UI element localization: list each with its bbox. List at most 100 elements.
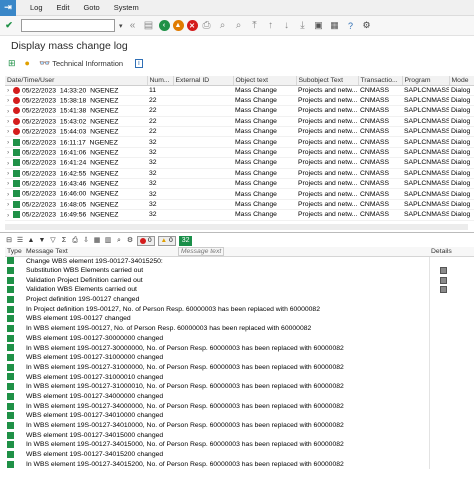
- col-details[interactable]: Details: [429, 247, 474, 257]
- filter-icon[interactable]: ▽: [49, 236, 57, 245]
- cell-date-time-user[interactable]: › 05/22/2023 14:33:20 NGENEZ: [5, 85, 147, 96]
- log-table-row[interactable]: › 05/22/2023 16:48:05 NGENEZ 32 Mass Change…: [5, 199, 474, 211]
- next-page-icon[interactable]: ↓: [281, 20, 293, 32]
- message-row[interactable]: WBS element 19S-00127-34000000 changed: [5, 391, 474, 402]
- save-icon[interactable]: ▤: [143, 20, 155, 32]
- help-icon[interactable]: ?: [345, 20, 357, 32]
- message-filter-input[interactable]: Message text: [177, 247, 225, 256]
- details-icon[interactable]: [439, 276, 447, 284]
- glasses-icon[interactable]: 👓: [39, 58, 50, 69]
- message-row[interactable]: In WBS element 19S-00127-34000000, No. o…: [5, 401, 474, 411]
- log-table-row[interactable]: › 05/22/2023 16:11:17 NGENEZ 32 Mass Change…: [5, 136, 474, 148]
- cell-date-time-user[interactable]: › 05/22/2023 16:11:17 NGENEZ: [5, 136, 147, 148]
- menu-log[interactable]: Log: [30, 3, 43, 12]
- cell-date-time-user[interactable]: › 05/22/2023 15:38:18 NGENEZ: [5, 95, 147, 107]
- col-number[interactable]: Num...: [147, 76, 174, 86]
- message-row[interactable]: Substitution WBS Elements carried out: [5, 265, 474, 276]
- cell-date-time-user[interactable]: › 05/22/2023 15:41:38 NGENEZ: [5, 105, 147, 117]
- enter-icon[interactable]: ✔: [3, 20, 15, 32]
- sort-up-icon[interactable]: ▲: [27, 236, 35, 245]
- log-table-row[interactable]: › 05/22/2023 15:44:03 NGENEZ 22 Mass Change…: [5, 126, 474, 138]
- detail-icon[interactable]: ⊟: [5, 236, 13, 245]
- message-row[interactable]: WBS element 19S-00127-34010000 changed: [5, 411, 474, 421]
- col-program[interactable]: Program: [402, 76, 450, 86]
- layout-icon[interactable]: ▦: [93, 236, 101, 245]
- cell-date-time-user[interactable]: › 05/22/2023 16:43:46 NGENEZ: [5, 178, 147, 190]
- back-icon[interactable]: ‹: [158, 20, 170, 31]
- log-table-row[interactable]: › 05/22/2023 16:49:56 NGENEZ 32 Mass Change…: [5, 209, 474, 221]
- details-icon[interactable]: [439, 286, 447, 294]
- cell-date-time-user[interactable]: › 05/22/2023 16:41:06 NGENEZ: [5, 147, 147, 159]
- menu-goto[interactable]: Goto: [83, 3, 99, 12]
- log-table-row[interactable]: › 05/22/2023 16:43:46 NGENEZ 32 Mass Change…: [5, 178, 474, 190]
- message-row[interactable]: In WBS element 19S-00127-34015000, No. o…: [5, 440, 474, 450]
- log-table-row[interactable]: › 05/22/2023 16:42:55 NGENEZ 32 Mass Change…: [5, 168, 474, 180]
- cell-date-time-user[interactable]: › 05/22/2023 16:48:05 NGENEZ: [5, 199, 147, 211]
- message-row[interactable]: WBS element 19S-00127-31000000 changed: [5, 352, 474, 363]
- message-row[interactable]: WBS element 19S-00127-30000000 changed: [5, 333, 474, 344]
- new-session-icon[interactable]: ▣: [313, 20, 325, 32]
- first-page-icon[interactable]: ⤒: [249, 20, 261, 32]
- log-table-row[interactable]: › 05/22/2023 15:43:02 NGENEZ 22 Mass Change…: [5, 116, 474, 128]
- sort-down-icon[interactable]: ▼: [38, 236, 46, 245]
- message-row[interactable]: WBS element 19S-00127-31000010 changed: [5, 372, 474, 382]
- message-row[interactable]: In WBS element 19S-00127-31000000, No. o…: [5, 362, 474, 373]
- info-icon[interactable]: i: [135, 58, 143, 68]
- message-row[interactable]: WBS element 19S-00127-34015000 changed: [5, 430, 474, 441]
- message-row[interactable]: In WBS element 19S-00127-31000010, No. o…: [5, 381, 474, 392]
- col-message-text[interactable]: Message Text Message text: [24, 247, 429, 257]
- help-circle-icon[interactable]: ●: [25, 58, 30, 68]
- message-row[interactable]: Validation Project Definition carried ou…: [5, 275, 474, 286]
- col-type[interactable]: Type: [5, 247, 24, 257]
- menu-system[interactable]: System: [114, 3, 139, 12]
- log-table-row[interactable]: › 05/22/2023 16:41:06 NGENEZ 32 Mass Change…: [5, 147, 474, 159]
- menu-edit[interactable]: Edit: [57, 3, 70, 12]
- export-icon[interactable]: ⇩: [82, 236, 90, 245]
- col-mode[interactable]: Mode: [449, 76, 474, 86]
- cell-date-time-user[interactable]: › 05/22/2023 16:42:55 NGENEZ: [5, 168, 147, 180]
- message-row[interactable]: In Project definition 19S-00127, No. of …: [5, 304, 474, 315]
- sap-app-icon[interactable]: ⇥: [0, 0, 16, 16]
- cell-date-time-user[interactable]: › 05/22/2023 16:41:24 NGENEZ: [5, 157, 147, 169]
- message-row[interactable]: In WBS element 19S-00127-30000000, No. o…: [5, 343, 474, 353]
- col-subobject-text[interactable]: Subobject Text: [296, 76, 359, 86]
- technical-information-button[interactable]: Technical Information: [52, 59, 123, 68]
- display-tree-icon[interactable]: ⊞: [8, 58, 16, 69]
- splitter[interactable]: [0, 232, 474, 233]
- rewind-icon[interactable]: «: [127, 20, 139, 32]
- message-row[interactable]: In WBS element 19S-00127, No. of Person …: [5, 323, 474, 334]
- technical-icon[interactable]: ⚙: [126, 236, 134, 245]
- log-table-row[interactable]: › 05/22/2023 15:38:18 NGENEZ 22 Mass Change…: [5, 95, 474, 107]
- details-icon[interactable]: [439, 266, 447, 274]
- message-row[interactable]: WBS element 19S-00127-34015200 changed: [5, 449, 474, 460]
- prev-page-icon[interactable]: ↑: [265, 20, 277, 32]
- log-table-row[interactable]: › 05/22/2023 16:46:00 NGENEZ 32 Mass Change…: [5, 188, 474, 200]
- log-table-row[interactable]: › 05/22/2023 16:41:24 NGENEZ 32 Mass Change…: [5, 157, 474, 169]
- message-row[interactable]: Validation WBS Elements carried out: [5, 285, 474, 295]
- log-table-row[interactable]: › 05/22/2023 14:33:20 NGENEZ 11 Mass Change…: [5, 85, 474, 96]
- find-icon[interactable]: ⌕: [115, 236, 123, 245]
- cancel-icon[interactable]: ✕: [186, 20, 198, 31]
- message-row[interactable]: Project definition 19S-00127 changed: [5, 294, 474, 305]
- warning-filter[interactable]: ▲ 0: [157, 235, 176, 246]
- command-field[interactable]: [21, 19, 115, 32]
- last-page-icon[interactable]: ⤓: [297, 20, 309, 32]
- success-filter[interactable]: 32: [178, 235, 193, 246]
- log-table-row[interactable]: ›05/22/2023 16:51:15 NGENEZ32 Mass Change…: [5, 220, 474, 222]
- message-row[interactable]: WBS element 19S-00127 changed: [5, 314, 474, 324]
- print-icon[interactable]: ⎙: [201, 20, 213, 32]
- col-external-id[interactable]: External ID: [173, 76, 234, 86]
- exit-icon[interactable]: ▲: [172, 20, 184, 31]
- error-filter[interactable]: 0: [137, 235, 155, 246]
- gear-icon[interactable]: ⚙: [361, 20, 373, 32]
- message-row[interactable]: Change WBS element 19S-00127-34015250:: [5, 256, 474, 266]
- graph-icon[interactable]: ▥: [104, 236, 112, 245]
- col-transaction[interactable]: Transactio...: [358, 76, 403, 86]
- cell-date-time-user[interactable]: › 05/22/2023 15:43:02 NGENEZ: [5, 116, 147, 128]
- col-date-time-user[interactable]: Date/Time/User: [5, 76, 148, 86]
- sum-icon[interactable]: Σ: [60, 236, 68, 245]
- message-row[interactable]: In WBS element 19S-00127-34010000, No. o…: [5, 420, 474, 431]
- horizontal-scrollbar[interactable]: [5, 224, 468, 230]
- print-icon[interactable]: ⎙: [71, 236, 79, 245]
- find-next-icon[interactable]: ⌕: [233, 20, 245, 32]
